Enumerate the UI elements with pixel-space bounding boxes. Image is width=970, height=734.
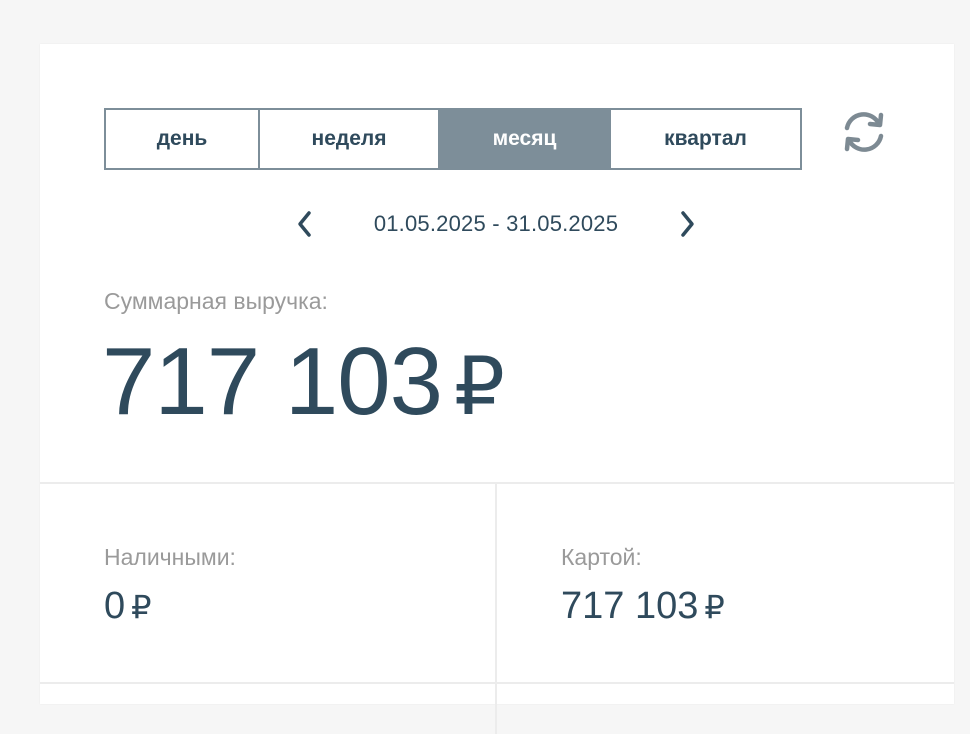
cash-amount: 0 bbox=[104, 585, 126, 627]
card-amount: 717 103 bbox=[561, 585, 699, 627]
total-revenue-label: Суммарная выручка: bbox=[104, 288, 328, 314]
cash-currency: ₽ bbox=[131, 588, 152, 626]
chevron-right-icon bbox=[681, 211, 694, 237]
total-revenue-value: 717 103 ₽ bbox=[102, 328, 505, 439]
date-navigation: 01.05.2025 - 31.05.2025 bbox=[290, 204, 702, 244]
refresh-button[interactable] bbox=[838, 106, 890, 158]
date-range: 01.05.2025 - 31.05.2025 bbox=[373, 211, 619, 236]
total-revenue-amount: 717 103 bbox=[102, 328, 443, 435]
divider-vertical bbox=[495, 484, 497, 734]
chevron-left-icon bbox=[298, 211, 311, 237]
divider bbox=[40, 482, 954, 484]
tab-quarter[interactable]: квартал bbox=[611, 110, 800, 168]
period-tabs: день неделя месяц квартал bbox=[104, 108, 802, 170]
prev-period-button[interactable] bbox=[290, 204, 320, 244]
card-currency: ₽ bbox=[704, 588, 725, 626]
card-payment-label: Картой: bbox=[561, 544, 642, 570]
tab-month[interactable]: месяц bbox=[440, 110, 611, 168]
tab-day[interactable]: день bbox=[106, 110, 260, 168]
total-currency: ₽ bbox=[454, 340, 505, 433]
refresh-icon bbox=[844, 112, 884, 152]
cash-label: Наличными: bbox=[104, 544, 236, 570]
tab-week[interactable]: неделя bbox=[260, 110, 440, 168]
cash-value: 0 ₽ bbox=[104, 582, 152, 631]
revenue-card: день неделя месяц квартал 01.05.2025 - 3… bbox=[40, 44, 954, 734]
divider-bottom bbox=[40, 682, 954, 684]
card-payment-value: 717 103 ₽ bbox=[561, 582, 725, 631]
next-period-button[interactable] bbox=[672, 204, 702, 244]
